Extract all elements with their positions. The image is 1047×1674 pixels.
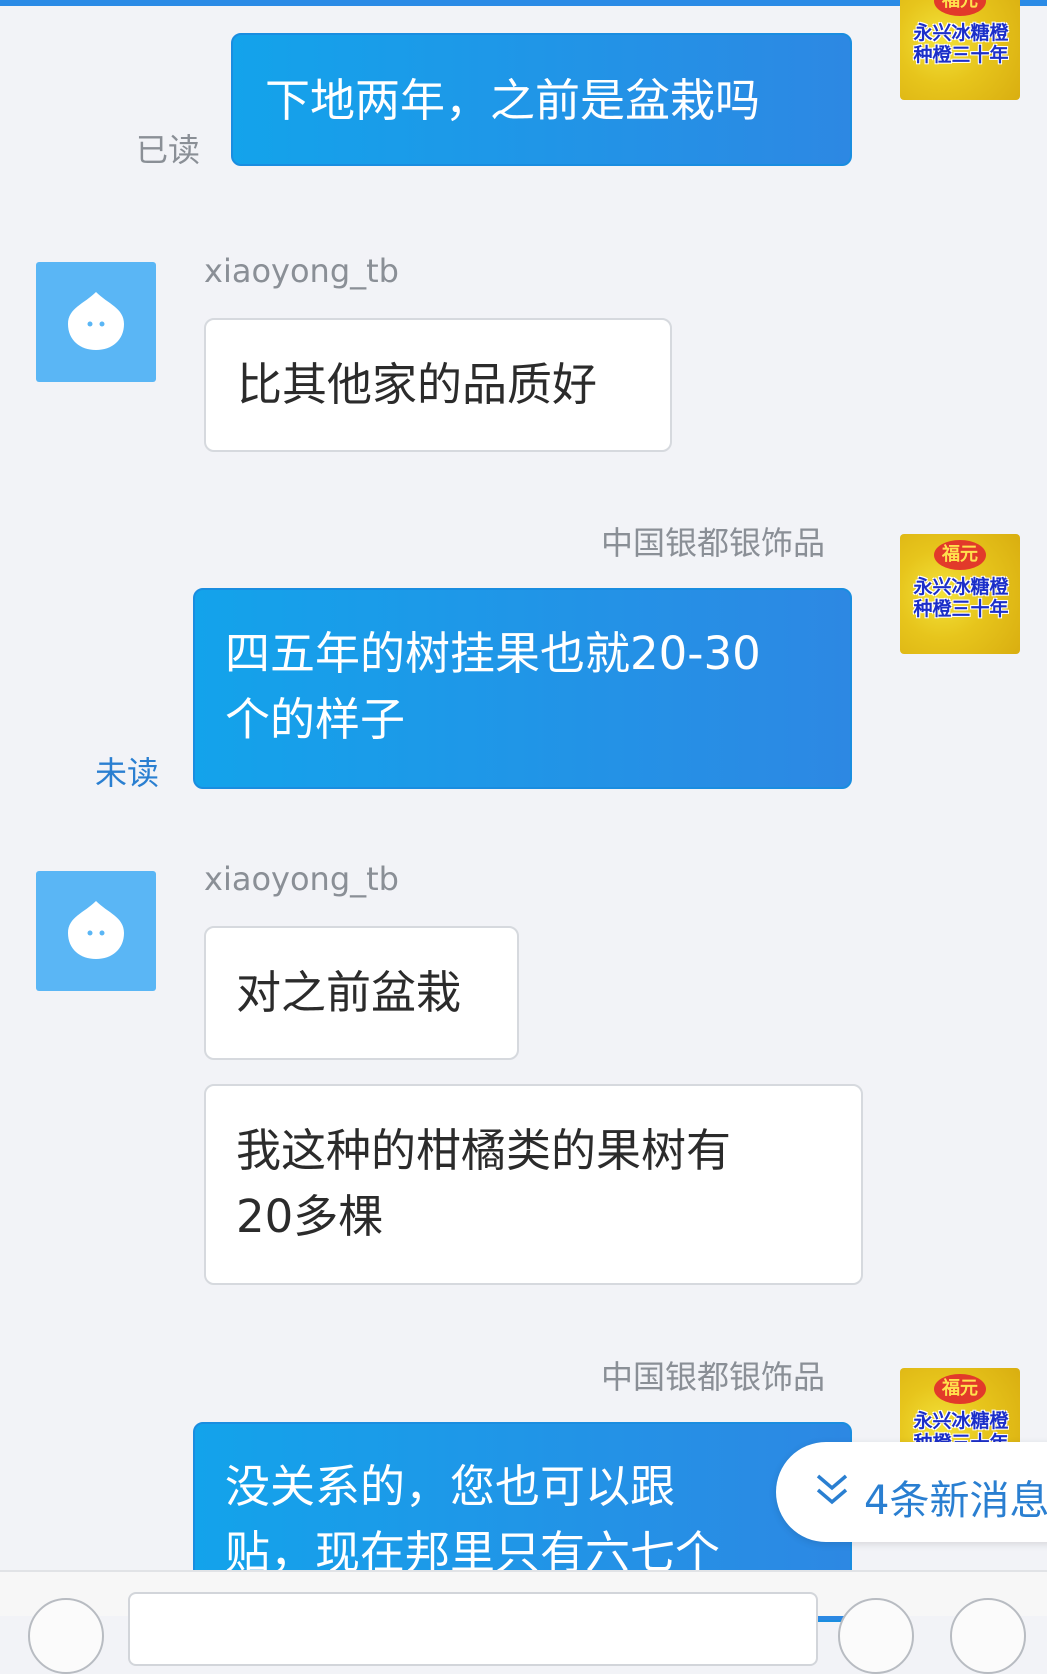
user-avatar[interactable] [36,262,156,382]
message-bubble-incoming[interactable]: 比其他家的品质好 [204,318,672,452]
shop-avatar-badge: 福元 [934,1374,986,1404]
shop-avatar-badge: 福元 [934,540,986,570]
unread-status: 未读 [95,754,160,792]
sender-name: 中国银都银饰品 [601,1358,826,1396]
shop-avatar-line1: 永兴冰糖橙 [913,1410,1009,1432]
sender-name: xiaoyong_tb [204,252,399,290]
top-progress-line [0,0,1047,6]
read-status: 已读 [136,131,201,169]
message-bubble-outgoing[interactable]: 下地两年，之前是盆栽吗 [231,33,852,166]
message-text-line: 四五年的树挂果也就20-30 [225,627,761,680]
sender-name: 中国银都银饰品 [601,524,826,562]
shop-avatar[interactable]: 福元 永兴冰糖橙 种橙三十年 [900,534,1020,654]
emoji-button[interactable] [838,1598,914,1674]
shop-avatar[interactable]: 福元 永兴冰糖橙 种橙三十年 [900,0,1020,100]
shop-avatar-badge: 福元 [934,0,986,16]
message-input[interactable] [128,1592,818,1666]
user-avatar[interactable] [36,871,156,991]
more-button[interactable] [950,1598,1026,1674]
message-bubble-incoming[interactable]: 对之前盆栽 [204,926,519,1060]
voice-button[interactable] [28,1598,104,1674]
drop-mascot-icon [68,292,124,350]
message-text: 对之前盆栽 [236,966,462,1019]
shop-avatar-line2: 种橙三十年 [913,44,1009,66]
message-text-line: 20多棵 [236,1190,384,1243]
shop-avatar-line1: 永兴冰糖橙 [913,22,1009,44]
sender-name: xiaoyong_tb [204,860,399,898]
new-messages-label: 4条新消息 [864,1478,1047,1524]
shop-avatar-line1: 永兴冰糖橙 [913,576,1009,598]
new-messages-button[interactable]: 4条新消息 [776,1442,1047,1542]
message-bubble-outgoing[interactable]: 四五年的树挂果也就20-30 个的样子 [193,588,852,789]
message-text-line: 没关系的，您也可以跟 [225,1460,676,1513]
message-text: 下地两年，之前是盆栽吗 [265,74,761,127]
message-text-line: 我这种的柑橘类的果树有 [236,1124,732,1177]
drop-mascot-icon [68,901,124,959]
message-text-line: 个的样子 [225,693,406,746]
double-chevron-down-icon [816,1474,848,1505]
shop-avatar-line2: 种橙三十年 [913,598,1009,620]
message-text: 比其他家的品质好 [237,358,598,411]
message-bubble-incoming[interactable]: 我这种的柑橘类的果树有 20多棵 [204,1084,863,1285]
